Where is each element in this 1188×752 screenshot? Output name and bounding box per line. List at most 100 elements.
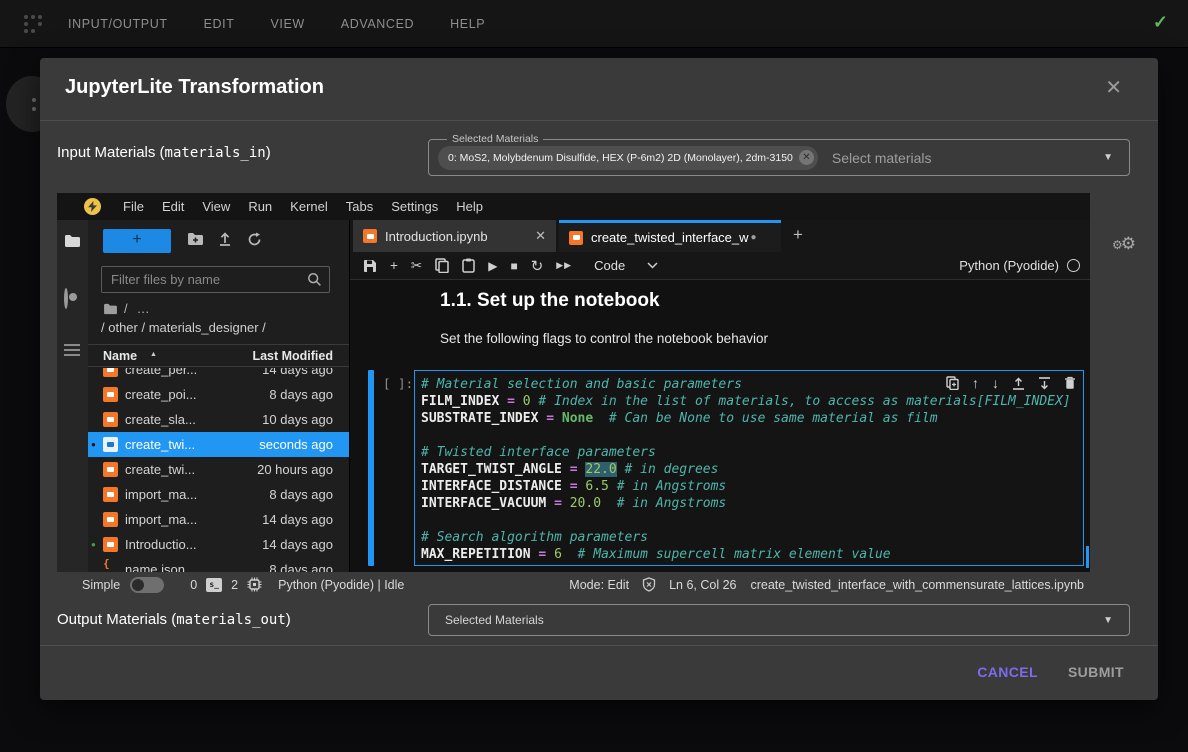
settings-gears-icon[interactable]: ⚙⚙	[1112, 234, 1146, 254]
kernels-count[interactable]: 2	[231, 578, 238, 592]
restart-kernel-icon[interactable]: ↻	[531, 257, 544, 275]
app-menu-item[interactable]: INPUT/OUTPUT	[68, 17, 168, 31]
app-menu-item[interactable]: ADVANCED	[341, 17, 414, 31]
jupyterlab-menu-item[interactable]: View	[193, 199, 239, 214]
paste-cells-icon[interactable]	[462, 258, 475, 273]
file-row[interactable]: create_sla...10 days ago	[88, 407, 349, 432]
insert-cell-icon[interactable]: +	[390, 258, 398, 273]
jupyterlab-menu-item[interactable]: Help	[447, 199, 492, 214]
output-materials-label: Output Materials (materials_out)	[57, 611, 291, 628]
file-browser-icon[interactable]	[64, 234, 81, 248]
submit-button[interactable]: SUBMIT	[1060, 658, 1132, 686]
breadcrumb-ellipsis[interactable]: …	[137, 301, 151, 316]
jupyterlab-menu-item[interactable]: Settings	[382, 199, 447, 214]
file-row[interactable]: create_poi...8 days ago	[88, 382, 349, 407]
running-sessions-icon[interactable]	[64, 290, 68, 308]
cursor-position[interactable]: Ln 6, Col 26	[669, 578, 736, 592]
check-icon: ✓	[1153, 12, 1168, 33]
restart-run-all-icon[interactable]: ▶▶	[556, 260, 572, 271]
new-launcher-button[interactable]: +	[103, 229, 171, 253]
chevron-down-icon[interactable]: ▼	[1103, 615, 1113, 626]
jupyterlab-menu-item[interactable]: Kernel	[281, 199, 337, 214]
material-chip[interactable]: 0: MoS2, Molybdenum Disulfide, HEX (P-6m…	[438, 146, 818, 170]
jupyterlab-menu-item[interactable]: Tabs	[337, 199, 382, 214]
tab-introduction[interactable]: Introduction.ipynb ✕	[353, 220, 557, 252]
code-line: TARGET_TWIST_ANGLE = 22.0 # in degrees	[421, 461, 1083, 478]
simple-mode-toggle[interactable]	[130, 577, 164, 593]
cancel-button[interactable]: CANCEL	[969, 658, 1046, 686]
execution-prompt: [ ]:	[383, 376, 413, 391]
code-line: INTERFACE_DISTANCE = 6.5 # in Angstroms	[421, 478, 1083, 495]
terminals-count[interactable]: 0	[190, 578, 197, 592]
name-column-header[interactable]: Name	[103, 349, 137, 363]
notebook-file-icon	[103, 537, 118, 552]
file-name: create_sla...	[125, 412, 262, 427]
stop-kernel-icon[interactable]: ■	[510, 259, 517, 273]
json-file-icon: { }	[103, 557, 118, 573]
delete-cell-icon[interactable]	[1064, 376, 1076, 390]
new-tab-icon[interactable]: +	[785, 220, 811, 252]
close-tab-icon[interactable]: ✕	[535, 228, 546, 244]
file-row[interactable]: import_ma...14 days ago	[88, 507, 349, 532]
search-icon	[307, 272, 322, 287]
upload-icon[interactable]	[218, 232, 232, 246]
file-row[interactable]: import_ma...8 days ago	[88, 482, 349, 507]
code-line: INTERFACE_VACUUM = 20.0 # in Angstroms	[421, 495, 1083, 512]
cell-toolbar: ↑ ↓	[933, 375, 1076, 391]
file-modified: 14 days ago	[262, 368, 333, 377]
output-materials-select[interactable]: Selected Materials ▼	[428, 604, 1130, 636]
cell-collapser[interactable]	[368, 370, 374, 566]
file-row[interactable]: ●create_twi...seconds ago	[88, 432, 349, 457]
sort-asc-icon: ▲	[150, 351, 157, 358]
notebook-file-icon	[103, 387, 118, 402]
cell-type-select[interactable]: Code	[594, 258, 625, 273]
move-cell-down-icon[interactable]: ↓	[992, 375, 999, 391]
new-folder-icon[interactable]	[187, 232, 204, 246]
file-name: import_ma...	[125, 512, 262, 527]
file-row[interactable]: { }name.json8 days ago	[88, 557, 349, 572]
chip-remove-icon[interactable]: ✕	[799, 150, 814, 165]
insert-cell-above-icon[interactable]	[1012, 377, 1025, 390]
file-row[interactable]: ●Introductio...14 days ago	[88, 532, 349, 557]
chevron-down-icon[interactable]: ▼	[1103, 152, 1113, 163]
save-icon[interactable]	[363, 259, 377, 273]
app-menu: INPUT/OUTPUT EDIT VIEW ADVANCED HELP	[68, 17, 521, 31]
notebook-file-icon	[103, 437, 118, 452]
jupyterlab-menu-item[interactable]: Edit	[153, 199, 193, 214]
dialog-header: JupyterLite Transformation ✕	[40, 58, 1158, 120]
run-cell-icon[interactable]: ▶	[488, 259, 497, 273]
divider	[40, 645, 1158, 646]
file-row[interactable]: create_twi...20 hours ago	[88, 457, 349, 482]
breadcrumb-path[interactable]: / other / materials_designer /	[101, 320, 266, 335]
jupyterlab-menu-item[interactable]: File	[114, 199, 153, 214]
input-materials-label: Input Materials (materials_in)	[57, 144, 271, 161]
kernel-running-dot: ●	[91, 440, 101, 449]
filter-files-box	[101, 266, 330, 293]
code-cell-editor[interactable]: # Material selection and basic parameter…	[414, 370, 1084, 566]
file-modified: 20 hours ago	[257, 462, 333, 477]
close-icon[interactable]: ✕	[1105, 75, 1122, 100]
file-row[interactable]: create_per...14 days ago	[88, 368, 349, 382]
kernel-status-text[interactable]: Python (Pyodide) | Idle	[278, 578, 404, 592]
app-menu-item[interactable]: HELP	[450, 17, 485, 31]
insert-cell-below-icon[interactable]	[1038, 377, 1051, 390]
jupyterlab-menu-item[interactable]: Run	[239, 199, 281, 214]
kernel-name[interactable]: Python (Pyodide)	[959, 258, 1059, 273]
breadcrumb-root[interactable]: / …	[103, 301, 151, 316]
filter-files-input[interactable]	[111, 267, 301, 292]
duplicate-cell-icon[interactable]	[946, 376, 959, 390]
table-of-contents-icon[interactable]	[64, 344, 80, 359]
input-materials-select[interactable]: Selected Materials 0: MoS2, Molybdenum D…	[428, 139, 1130, 176]
cut-cells-icon[interactable]: ✂	[411, 258, 422, 274]
app-menu-item[interactable]: EDIT	[204, 17, 235, 31]
refresh-icon[interactable]	[247, 232, 262, 247]
kernel-chip-icon	[247, 577, 262, 592]
move-cell-up-icon[interactable]: ↑	[972, 375, 979, 391]
copy-cells-icon[interactable]	[435, 258, 449, 273]
modified-column-header[interactable]: Last Modified	[252, 349, 333, 363]
chevron-down-icon[interactable]	[647, 262, 658, 269]
file-name: create_per...	[125, 368, 262, 377]
app-menu-item[interactable]: VIEW	[270, 17, 304, 31]
tab-create-twisted-interface[interactable]: create_twisted_interface_w ●	[559, 220, 781, 252]
scrollbar-thumb[interactable]	[1086, 546, 1089, 568]
